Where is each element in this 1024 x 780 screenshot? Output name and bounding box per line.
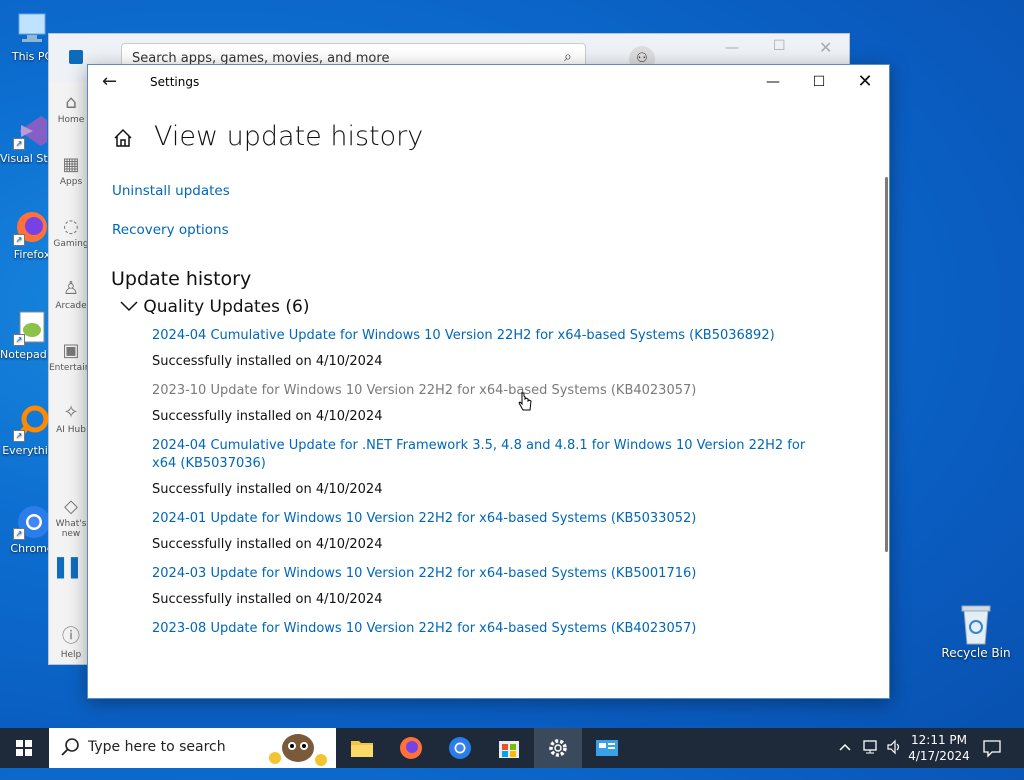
taskbar-chrome[interactable] (436, 728, 484, 768)
minimize-button[interactable]: — (750, 65, 796, 99)
uninstall-updates-link[interactable]: Uninstall updates (112, 183, 230, 199)
store-close-button[interactable]: ✕ (819, 38, 832, 57)
update-entry-status: Successfully installed on 4/10/2024 (152, 354, 383, 369)
update-entry-status: Successfully installed on 4/10/2024 (152, 409, 383, 424)
taskbar-search-box[interactable]: Type here to search (49, 728, 336, 768)
update-entry: 2024-01 Update for Windows 10 Version 22… (152, 510, 832, 552)
page-title: View update history (154, 121, 424, 152)
firefox-icon (400, 737, 422, 759)
update-entry: 2023-08 Update for Windows 10 Version 22… (152, 620, 832, 638)
update-entry-link[interactable]: 2023-08 Update for Windows 10 Version 22… (152, 620, 832, 638)
taskbar-file-explorer[interactable] (338, 728, 386, 768)
control-panel-icon (596, 740, 618, 756)
shortcut-arrow-icon: ↗ (13, 528, 25, 540)
shortcut-arrow-icon: ↗ (13, 234, 25, 246)
update-entry: 2024-04 Cumulative Update for Windows 10… (152, 327, 832, 369)
chrome-icon (449, 737, 471, 759)
settings-window[interactable]: ← Settings — ☐ ✕ View update history Uni… (87, 64, 890, 699)
update-entry-link[interactable]: 2024-04 Cumulative Update for Windows 10… (152, 327, 832, 345)
taskbar-store[interactable] (485, 728, 533, 768)
shortcut-arrow-icon: ↗ (13, 138, 25, 150)
scrollbar[interactable] (885, 177, 888, 552)
windows-logo-icon (16, 740, 32, 756)
update-entry-status: Successfully installed on 4/10/2024 (152, 482, 383, 497)
update-entry-link[interactable]: 2024-03 Update for Windows 10 Version 22… (152, 565, 832, 583)
store-minimize-button[interactable]: — (725, 40, 739, 56)
store-nav-label: AI Hub (56, 425, 86, 435)
update-entry-link[interactable]: 2023-10 Update for Windows 10 Version 22… (152, 382, 832, 400)
home-icon[interactable] (112, 127, 134, 149)
everything-search-icon: ↗ (13, 404, 51, 442)
update-entry: 2024-03 Update for Windows 10 Version 22… (152, 565, 832, 607)
group-label: Quality Updates (6) (143, 297, 310, 317)
store-nav-label: Arcade (55, 301, 87, 311)
chevron-up-icon[interactable] (838, 740, 852, 780)
store-maximize-button[interactable]: ☐ (773, 38, 786, 54)
window-title: Settings (150, 75, 200, 89)
this-pc-icon (13, 10, 51, 48)
update-history-heading: Update history (111, 268, 252, 290)
taskbar-firefox[interactable] (387, 728, 435, 768)
gear-icon (549, 739, 567, 757)
update-entry: 2024-04 Cumulative Update for .NET Frame… (152, 437, 832, 497)
recycle-bin-icon (956, 602, 996, 646)
store-nav-label: What's new (55, 519, 87, 539)
shortcut-arrow-icon: ↗ (13, 430, 25, 442)
network-icon[interactable] (862, 739, 880, 779)
store-nav-label: Gaming (53, 239, 89, 249)
store-search-icon[interactable]: ⌕ (564, 49, 572, 65)
chrome-icon: ↗ (13, 502, 51, 540)
update-entry-link[interactable]: 2024-01 Update for Windows 10 Version 22… (152, 510, 832, 528)
notepad-plus-plus-icon: ↗ (13, 308, 51, 346)
search-highlight-mascot-icon (261, 728, 333, 768)
close-button[interactable]: ✕ (842, 65, 888, 99)
search-icon (61, 737, 79, 761)
update-entry: 2023-10 Update for Windows 10 Version 22… (152, 382, 832, 424)
folder-icon (351, 741, 373, 757)
chevron-down-icon (120, 297, 138, 317)
back-arrow-icon[interactable]: ← (102, 71, 117, 92)
clock-date: 4/17/2024 (908, 749, 970, 763)
taskbar-search-placeholder: Type here to search (88, 739, 226, 755)
recovery-options-link[interactable]: Recovery options (112, 222, 229, 238)
hand-cursor-icon (518, 392, 532, 416)
recycle-bin-label: Recycle Bin (941, 646, 1011, 660)
notification-center-icon[interactable] (982, 738, 1002, 778)
store-bag-icon (499, 741, 519, 758)
store-nav-label: Help (60, 650, 82, 660)
store-nav-label: Home (57, 115, 85, 125)
taskbar-settings[interactable] (534, 728, 582, 768)
maximize-button[interactable]: ☐ (796, 65, 842, 99)
taskbar: Type here to search 12:11 PM 4/17/2024 (0, 728, 1024, 768)
quality-updates-group-toggle[interactable]: Quality Updates (6) (120, 297, 309, 317)
update-entry-status: Successfully installed on 4/10/2024 (152, 592, 383, 607)
desktop-icon-recycle-bin[interactable]: Recycle Bin (938, 602, 1014, 660)
clock-time: 12:11 PM (911, 733, 967, 747)
shortcut-arrow-icon: ↗ (13, 334, 25, 346)
update-entry-link[interactable]: 2024-04 Cumulative Update for .NET Frame… (152, 437, 832, 473)
store-nav-label: Apps (59, 177, 83, 187)
update-entry-status: Successfully installed on 4/10/2024 (152, 537, 383, 552)
firefox-icon: ↗ (13, 208, 51, 246)
start-button[interactable] (0, 728, 48, 768)
settings-titlebar: ← Settings — ☐ ✕ (88, 65, 889, 99)
update-entries-list: 2024-04 Cumulative Update for Windows 10… (152, 327, 832, 651)
store-logo-icon (69, 50, 83, 64)
visual-studio-icon: ↗ (13, 112, 51, 150)
taskbar-control-panel[interactable] (583, 728, 631, 768)
taskbar-clock[interactable]: 12:11 PM 4/17/2024 (902, 732, 976, 764)
